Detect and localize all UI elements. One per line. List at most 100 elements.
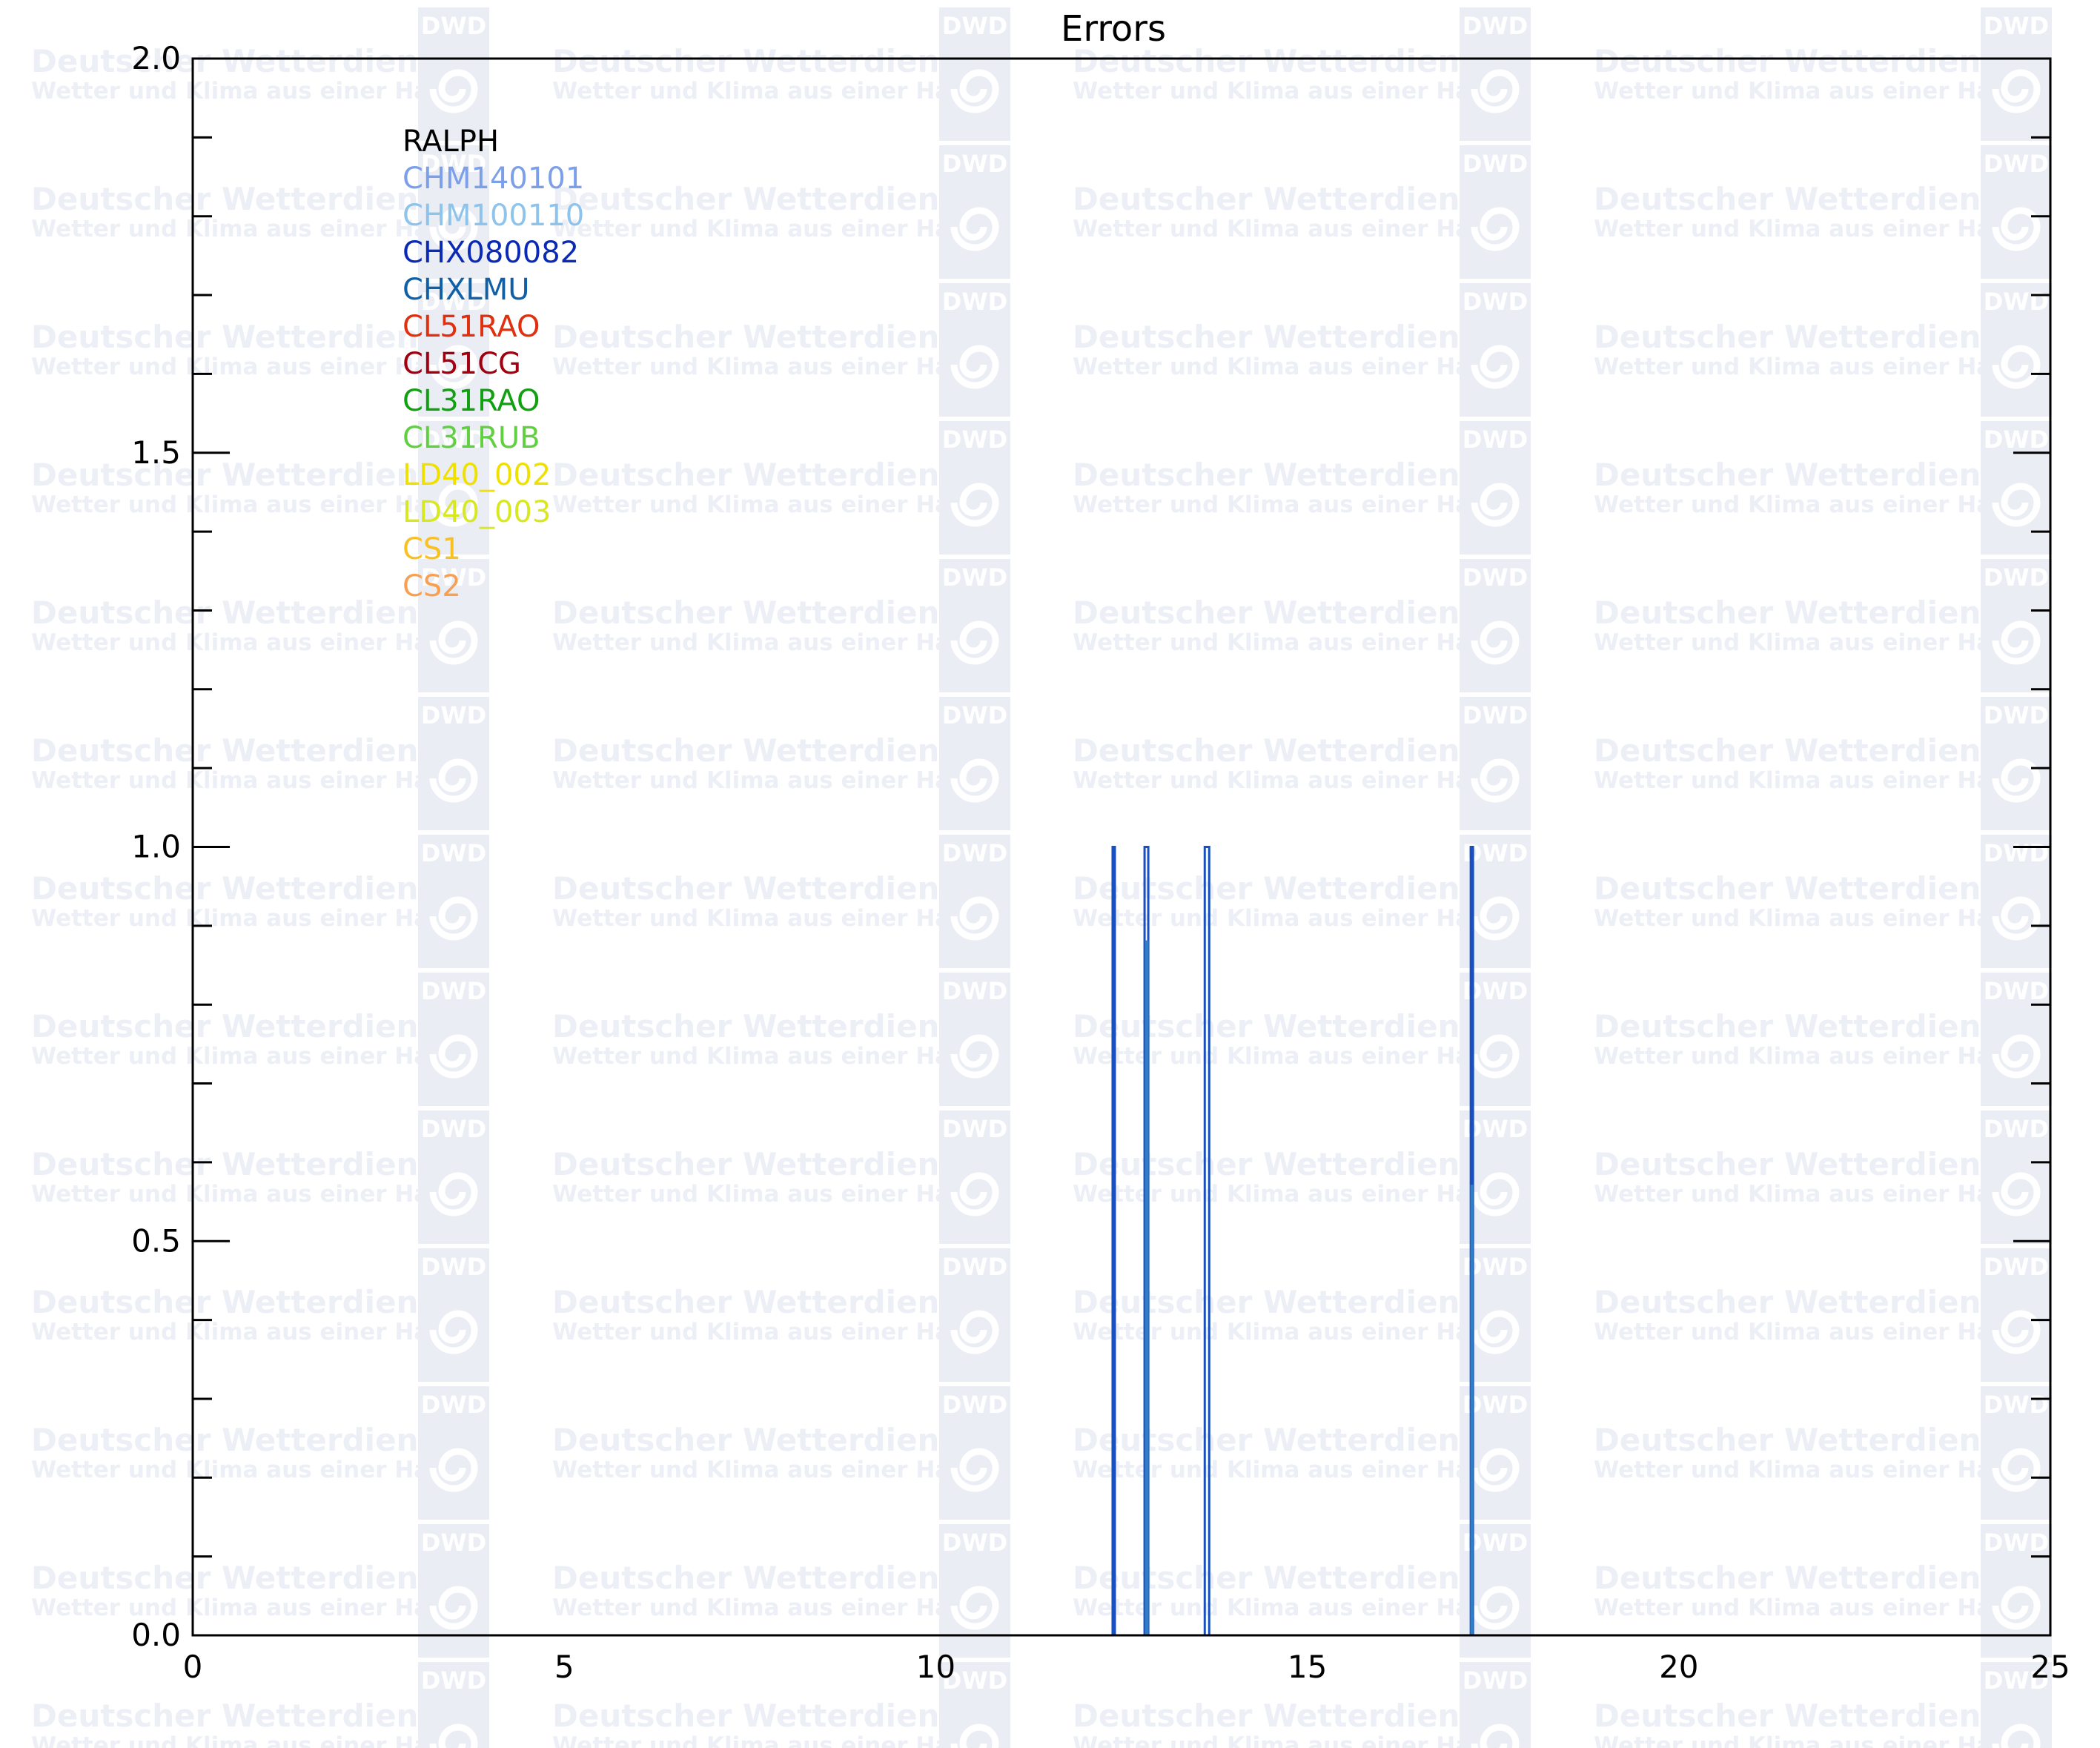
watermark-brand: Deutscher Wetterdienst: [1073, 1560, 1494, 1596]
watermark-slogan: Wetter und Klima aus einer Hand: [1073, 1181, 1503, 1208]
y-tick-label: 0.0: [131, 1617, 181, 1653]
watermark-slogan: Wetter und Klima aus einer Hand: [1073, 216, 1503, 242]
watermark-tile: Deutscher WetterdienstWetter und Klima a…: [552, 421, 1010, 554]
watermark-slogan: Wetter und Klima aus einer Hand: [31, 1457, 462, 1483]
legend-entry-cs1: CS1: [403, 532, 461, 566]
dwd-logo-text: DWD: [1984, 150, 2049, 178]
watermark-tile: Deutscher WetterdienstWetter und Klima a…: [1594, 1386, 2052, 1520]
watermark-tile: Deutscher WetterdienstWetter und Klima a…: [552, 283, 1010, 417]
dwd-logo-text: DWD: [1463, 12, 1528, 40]
watermark-brand: Deutscher Wetterdienst: [552, 1422, 973, 1458]
legend-entry-chm100110: CHM100110: [403, 199, 584, 233]
watermark-brand: Deutscher Wetterdienst: [31, 1698, 452, 1734]
dwd-logo-text: DWD: [1984, 1253, 2049, 1281]
watermark-brand: Deutscher Wetterdienst: [1594, 181, 2015, 217]
watermark-slogan: Wetter und Klima aus einer Hand: [552, 216, 983, 242]
x-tick-label: 25: [2030, 1649, 2070, 1685]
watermark-brand: Deutscher Wetterdienst: [1594, 43, 2015, 79]
watermark-tile: Deutscher WetterdienstWetter und Klima a…: [31, 697, 489, 830]
watermark-tile: Deutscher WetterdienstWetter und Klima a…: [1594, 145, 2052, 279]
dwd-logo-text: DWD: [1463, 288, 1528, 316]
watermark-brand: Deutscher Wetterdienst: [552, 1008, 973, 1045]
dwd-logo-text: DWD: [1984, 12, 2049, 40]
dwd-logo-text: DWD: [421, 701, 486, 729]
watermark-slogan: Wetter und Klima aus einer Hand: [1594, 629, 2024, 656]
watermark-brand: Deutscher Wetterdienst: [1594, 319, 2015, 355]
y-tick-label: 1.0: [131, 829, 181, 865]
watermark-tile: Deutscher WetterdienstWetter und Klima a…: [1073, 421, 1531, 554]
watermark-slogan: Wetter und Klima aus einer Hand: [1073, 491, 1503, 518]
watermark-brand: Deutscher Wetterdienst: [552, 732, 973, 769]
watermark-brand: Deutscher Wetterdienst: [1594, 1146, 2015, 1182]
dwd-logo-text: DWD: [1984, 426, 2049, 454]
watermark-slogan: Wetter und Klima aus einer Hand: [31, 1595, 462, 1621]
legend-entry-cl31rao: CL31RAO: [403, 384, 540, 418]
dwd-logo-text: DWD: [1984, 839, 2049, 867]
watermark-slogan: Wetter und Klima aus einer Hand: [1594, 78, 2024, 105]
chart-title: Errors: [1061, 8, 1166, 50]
watermark-tile: Deutscher WetterdienstWetter und Klima a…: [1594, 421, 2052, 554]
watermark-slogan: Wetter und Klima aus einer Hand: [1594, 905, 2024, 932]
watermark-slogan: Wetter und Klima aus einer Hand: [552, 354, 983, 380]
watermark-slogan: Wetter und Klima aus einer Hand: [31, 216, 462, 242]
watermark-tile: Deutscher WetterdienstWetter und Klima a…: [31, 1110, 489, 1244]
y-tick-label: 1.5: [131, 434, 181, 471]
watermark-tile: Deutscher WetterdienstWetter und Klima a…: [31, 1524, 489, 1658]
watermark-layer: Deutscher WetterdienstWetter und Klima a…: [31, 7, 2052, 1748]
watermark-slogan: Wetter und Klima aus einer Hand: [552, 905, 983, 932]
dwd-logo-text: DWD: [421, 1529, 486, 1557]
dwd-logo-text: DWD: [421, 839, 486, 867]
watermark-brand: Deutscher Wetterdienst: [31, 1560, 452, 1596]
watermark-slogan: Wetter und Klima aus einer Hand: [1073, 354, 1503, 380]
dwd-logo-text: DWD: [421, 1253, 486, 1281]
dwd-logo-text: DWD: [942, 150, 1007, 178]
watermark-tile: Deutscher WetterdienstWetter und Klima a…: [1073, 145, 1531, 279]
watermark-slogan: Wetter und Klima aus einer Hand: [31, 1181, 462, 1208]
watermark-brand: Deutscher Wetterdienst: [1073, 1284, 1494, 1320]
watermark-slogan: Wetter und Klima aus einer Hand: [31, 629, 462, 656]
watermark-slogan: Wetter und Klima aus einer Hand: [1073, 629, 1503, 656]
watermark-brand: Deutscher Wetterdienst: [1594, 1698, 2015, 1734]
watermark-slogan: Wetter und Klima aus einer Hand: [552, 1181, 983, 1208]
legend-entry-ralph: RALPH: [403, 125, 499, 159]
watermark-brand: Deutscher Wetterdienst: [1073, 1422, 1494, 1458]
watermark-slogan: Wetter und Klima aus einer Hand: [552, 78, 983, 105]
watermark-brand: Deutscher Wetterdienst: [552, 319, 973, 355]
watermark-tile: Deutscher WetterdienstWetter und Klima a…: [1073, 283, 1531, 417]
legend-entry-ld40_003: LD40_003: [403, 495, 551, 529]
watermark-tile: Deutscher WetterdienstWetter und Klima a…: [1073, 1386, 1531, 1520]
watermark-slogan: Wetter und Klima aus einer Hand: [552, 1319, 983, 1345]
watermark-brand: Deutscher Wetterdienst: [31, 595, 452, 631]
watermark-brand: Deutscher Wetterdienst: [31, 1422, 452, 1458]
watermark-brand: Deutscher Wetterdienst: [1594, 732, 2015, 769]
watermark-tile: Deutscher WetterdienstWetter und Klima a…: [1073, 1248, 1531, 1382]
watermark-slogan: Wetter und Klima aus einer Hand: [31, 1043, 462, 1070]
watermark-brand: Deutscher Wetterdienst: [1073, 181, 1494, 217]
watermark-brand: Deutscher Wetterdienst: [552, 43, 973, 79]
watermark-brand: Deutscher Wetterdienst: [1594, 870, 2015, 907]
watermark-brand: Deutscher Wetterdienst: [552, 1284, 973, 1320]
legend-entry-cl51rao: CL51RAO: [403, 310, 540, 344]
watermark-brand: Deutscher Wetterdienst: [31, 43, 452, 79]
y-tick-label: 2.0: [131, 40, 181, 76]
watermark-slogan: Wetter und Klima aus einer Hand: [552, 1732, 983, 1748]
watermark-brand: Deutscher Wetterdienst: [1594, 595, 2015, 631]
dwd-logo-text: DWD: [421, 977, 486, 1005]
dwd-logo-text: DWD: [942, 426, 1007, 454]
watermark-slogan: Wetter und Klima aus einer Hand: [552, 491, 983, 518]
dwd-logo-text: DWD: [1984, 288, 2049, 316]
x-tick-label: 0: [183, 1649, 203, 1685]
watermark-brand: Deutscher Wetterdienst: [552, 595, 973, 631]
watermark-slogan: Wetter und Klima aus einer Hand: [1073, 1457, 1503, 1483]
dwd-logo-text: DWD: [942, 1253, 1007, 1281]
watermark-brand: Deutscher Wetterdienst: [31, 1146, 452, 1182]
watermark-tile: Deutscher WetterdienstWetter und Klima a…: [552, 1386, 1010, 1520]
watermark-slogan: Wetter und Klima aus einer Hand: [31, 767, 462, 794]
x-tick-label: 5: [554, 1649, 574, 1685]
watermark-slogan: Wetter und Klima aus einer Hand: [1073, 1043, 1503, 1070]
dwd-logo-text: DWD: [1463, 1666, 1528, 1695]
watermark-tile: Deutscher WetterdienstWetter und Klima a…: [552, 973, 1010, 1106]
watermark-brand: Deutscher Wetterdienst: [552, 457, 973, 493]
dwd-logo-text: DWD: [942, 563, 1007, 592]
watermark-tile: Deutscher WetterdienstWetter und Klima a…: [1594, 697, 2052, 830]
